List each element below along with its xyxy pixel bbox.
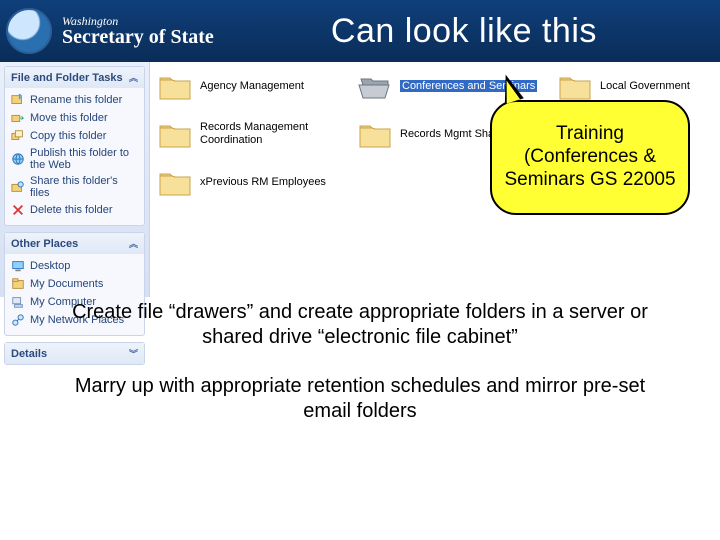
task-label: My Documents: [30, 278, 103, 290]
task-label: Desktop: [30, 260, 70, 272]
slide-title: Can look like this: [214, 12, 714, 51]
brand-sos: Secretary of State: [62, 27, 214, 47]
folder-open-icon: [358, 72, 392, 100]
callout-bubble: Training (Conferences & Seminars GS 2200…: [490, 100, 690, 215]
folder-icon: [158, 168, 192, 196]
task-publish[interactable]: Publish this folder to the Web: [11, 145, 138, 173]
task-label: Move this folder: [30, 112, 108, 124]
body-paragraph-1: Create file “drawers” and create appropr…: [60, 300, 660, 350]
taskbox-head[interactable]: Other Places ︽: [5, 233, 144, 254]
task-rename[interactable]: Rename this folder: [11, 91, 138, 109]
folder-agency-management[interactable]: Agency Management: [158, 72, 348, 100]
place-mydocs[interactable]: My Documents: [11, 275, 138, 293]
folder-local-government[interactable]: Local Government: [558, 72, 720, 100]
task-copy[interactable]: Copy this folder: [11, 127, 138, 145]
folder-icon: [558, 72, 592, 100]
folder-icon: [158, 72, 192, 100]
folder-label: Agency Management: [200, 80, 304, 93]
task-label: Delete this folder: [30, 204, 113, 216]
task-share[interactable]: Share this folder's files: [11, 173, 138, 201]
folder-icon: [158, 120, 192, 148]
slide-title-bar: Washington Secretary of State Can look l…: [0, 0, 720, 62]
desktop-icon: [11, 259, 25, 273]
chevron-up-icon: ︽: [129, 237, 138, 250]
body-paragraph-2: Marry up with appropriate retention sche…: [60, 374, 660, 424]
state-seal-icon: [6, 8, 52, 54]
folder-label: xPrevious RM Employees: [200, 176, 326, 189]
taskbox-file-folder: File and Folder Tasks ︽ Rename this fold…: [4, 66, 145, 226]
folder-icon: [358, 120, 392, 148]
slide-body: Create file “drawers” and create appropr…: [0, 300, 720, 448]
taskbox-head[interactable]: File and Folder Tasks ︽: [5, 67, 144, 88]
rename-icon: [11, 93, 25, 107]
brand-text: Washington Secretary of State: [62, 15, 214, 47]
task-label: Share this folder's files: [30, 175, 138, 199]
task-label: Rename this folder: [30, 94, 122, 106]
place-desktop[interactable]: Desktop: [11, 257, 138, 275]
mydocs-icon: [11, 277, 25, 291]
task-label: Copy this folder: [30, 130, 106, 142]
publish-icon: [11, 152, 25, 166]
move-icon: [11, 111, 25, 125]
share-icon: [11, 180, 25, 194]
copy-icon: [11, 129, 25, 143]
delete-icon: [11, 203, 25, 217]
folder-records-mgmt-coordination[interactable]: Records Management Coordination: [158, 120, 348, 148]
task-move[interactable]: Move this folder: [11, 109, 138, 127]
folder-label: Records Management Coordination: [200, 121, 348, 146]
task-delete[interactable]: Delete this folder: [11, 201, 138, 219]
explorer-taskpane: File and Folder Tasks ︽ Rename this fold…: [0, 62, 150, 297]
chevron-up-icon: ︽: [129, 71, 138, 84]
folder-xprevious-employees[interactable]: xPrevious RM Employees: [158, 168, 348, 196]
folder-label: Local Government: [600, 80, 690, 93]
taskbox-title: File and Folder Tasks: [11, 72, 123, 84]
callout-text: Training (Conferences & Seminars GS 2200…: [504, 123, 676, 191]
task-label: Publish this folder to the Web: [30, 147, 138, 171]
taskbox-title: Other Places: [11, 238, 78, 250]
